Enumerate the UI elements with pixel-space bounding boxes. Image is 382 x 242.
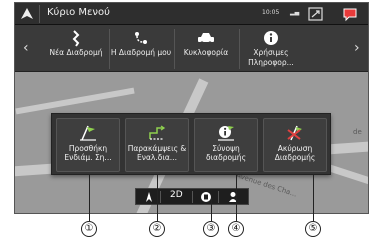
up-arrow-icon [21,8,33,19]
add-waypoint-button[interactable]: Προσθήκη Ενδιάμ. Ση... [56,118,120,172]
menu-item-my-route[interactable]: Η Διαδρομή μου [110,25,172,72]
divider [160,191,161,203]
compass-icon [146,192,152,202]
callout-line [211,198,212,221]
callout-line [157,174,158,221]
add-waypoint-icon [80,125,96,141]
map-mini-toolbar: 2D [135,188,249,205]
panel-button-label: Προσθήκη Ενδιάμ. Ση... [64,144,112,162]
callout-line [236,174,237,221]
route-options-panel: Προσθήκη Ενδιάμ. Ση... Παρακάμψεις & Ενα… [51,113,331,175]
speech-bubble-icon [343,8,357,22]
callout-number: ⑤ [305,221,321,237]
divider [218,191,219,203]
callout-number: ④ [228,221,244,237]
callout-number: ① [81,221,97,237]
satellite-icon [308,7,323,21]
new-route-icon [72,30,80,47]
menu-item-label: Κυκλοφορία [183,48,229,57]
panel-button-label: Παρακάμψεις & Εναλ.δια... [127,144,187,162]
menu-item-label: Χρήσιμες Πληροφορ... [248,48,294,67]
scroll-right-arrow[interactable]: › [354,40,360,56]
callout-number: ② [149,221,165,237]
my-route-icon [135,32,147,44]
compass-button[interactable] [144,191,154,206]
back-button[interactable] [19,6,35,22]
traffic-icon [198,33,214,45]
menu-item-label: Νέα Διαδρομή [49,48,103,57]
map-road [15,87,135,115]
route-summary-button[interactable]: Σύνοψη διαδρομής [194,118,258,172]
menu-item-label: Η Διαδρομή μου [110,48,172,57]
main-menu-strip: ‹ Νέα Διαδρομή Η Διαδρομή μου Κυκλοφορία… [15,25,368,72]
menu-item-new-route[interactable]: Νέα Διαδρομή [45,25,107,72]
callout-number: ③ [203,221,219,237]
divider [39,5,40,23]
info-icon [264,31,278,45]
route-summary-icon [218,126,234,141]
detours-icon [149,125,166,140]
signal-icon: ▂▄ [290,9,300,16]
menu-item-traffic[interactable]: Κυκλοφορία [175,25,237,72]
gps-status-button[interactable] [307,6,325,22]
detours-button[interactable]: Παρακάμψεις & Εναλ.δια... [125,118,189,172]
callout-line [313,174,314,221]
page-title: Κύριο Μενού [47,7,110,18]
clock: 10:05 [262,9,280,16]
menu-item-useful-info[interactable]: Χρήσιμες Πληροφορ... [240,25,302,72]
top-bar: Κύριο Μενού 10:05 ▂▄ [15,3,368,25]
callout-line [89,174,90,221]
divider [192,191,193,203]
map-street-label: de [353,128,362,136]
view-mode-toggle[interactable]: 2D [170,190,183,200]
cancel-route-icon [287,125,302,141]
panel-button-label: Ακύρωση Διαδρομής [274,144,316,162]
navigation-screen: Avenue des Cha... de Κύριο Μενού 10:05 ▂… [14,2,369,214]
scroll-left-arrow[interactable]: ‹ [23,40,29,56]
cancel-route-button[interactable]: Ακύρωση Διαδρομής [263,118,327,172]
panel-button-label: Σύνοψη διαδρομής [206,144,246,162]
messages-button[interactable] [341,6,359,22]
